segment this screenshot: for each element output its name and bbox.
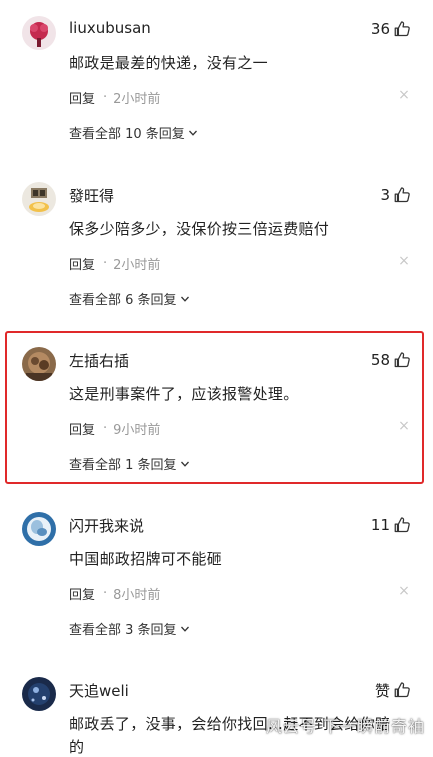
thumbs-up-icon bbox=[394, 21, 410, 37]
like-button[interactable]: 11 bbox=[371, 514, 411, 536]
avatar[interactable] bbox=[22, 182, 56, 216]
separator-dot: · bbox=[103, 586, 108, 601]
chevron-down-icon bbox=[180, 626, 189, 632]
separator-dot: · bbox=[103, 256, 108, 271]
comment-text: 邮政是最差的快递，没有之一 bbox=[69, 54, 268, 72]
thumbs-up-icon bbox=[394, 682, 410, 698]
like-button[interactable]: 赞 bbox=[375, 679, 411, 701]
view-all-label: 查看全部 10 条回复 bbox=[69, 127, 185, 142]
thumbs-up-icon bbox=[394, 517, 410, 533]
close-icon[interactable]: × bbox=[397, 583, 411, 599]
close-icon[interactable]: × bbox=[397, 418, 411, 434]
like-button[interactable]: 3 bbox=[380, 184, 411, 206]
like-count: 赞 bbox=[374, 681, 390, 700]
view-all-replies-button[interactable]: 查看全部 3 条回复 bbox=[69, 619, 190, 638]
like-count: 3 bbox=[380, 186, 390, 204]
username[interactable]: 天追weli bbox=[69, 680, 129, 701]
thumbs-up-icon bbox=[394, 352, 410, 368]
close-icon[interactable]: × bbox=[397, 253, 411, 269]
timestamp: 2小时前 bbox=[113, 258, 161, 273]
close-icon[interactable]: × bbox=[397, 87, 411, 103]
view-all-replies-button[interactable]: 查看全部 6 条回复 bbox=[69, 289, 190, 308]
comment-meta: 回复 · 2小时前 bbox=[69, 88, 160, 107]
comment-item: 發旺得 3 保多少陪多少，没保价按三倍运费赔付 回复 · 2小时前 × 查看全部… bbox=[0, 166, 433, 331]
view-all-label: 查看全部 1 条回复 bbox=[69, 458, 177, 473]
watermark: 风云号 下一瞬前奇袖 bbox=[265, 717, 425, 736]
username[interactable]: 左插右插 bbox=[69, 350, 129, 371]
reply-button[interactable]: 回复 bbox=[69, 584, 95, 603]
reply-button[interactable]: 回复 bbox=[69, 254, 95, 273]
comment-text: 中国邮政招牌可不能砸 bbox=[69, 550, 223, 568]
comment-item: 闪开我来说 11 中国邮政招牌可不能砸 回复 · 8小时前 × 查看全部 3 条… bbox=[0, 496, 433, 661]
separator-dot: · bbox=[103, 421, 108, 436]
view-all-replies-button[interactable]: 查看全部 10 条回复 bbox=[69, 123, 198, 142]
avatar[interactable] bbox=[22, 16, 56, 50]
view-all-label: 查看全部 3 条回复 bbox=[69, 623, 177, 638]
timestamp: 8小时前 bbox=[113, 588, 161, 603]
avatar[interactable] bbox=[22, 347, 56, 381]
chevron-down-icon bbox=[180, 296, 189, 302]
like-button[interactable]: 58 bbox=[371, 349, 411, 371]
username[interactable]: 發旺得 bbox=[69, 185, 114, 206]
separator-dot: · bbox=[103, 90, 108, 105]
avatar[interactable] bbox=[22, 677, 56, 711]
comment-item: 左插右插 58 这是刑事案件了，应该报警处理。 回复 · 9小时前 × 查看全部… bbox=[0, 331, 433, 496]
comment-item: liuxubusan 36 邮政是最差的快递，没有之一 回复 · 2小时前 × … bbox=[0, 0, 433, 165]
comment-meta: 回复 · 2小时前 bbox=[69, 254, 160, 273]
like-count: 36 bbox=[370, 20, 390, 38]
timestamp: 2小时前 bbox=[113, 92, 161, 107]
reply-button[interactable]: 回复 bbox=[69, 88, 95, 107]
username[interactable]: 闪开我来说 bbox=[69, 515, 144, 536]
comment-text: 这是刑事案件了，应该报警处理。 bbox=[69, 385, 299, 403]
comment-text: 保多少陪多少，没保价按三倍运费赔付 bbox=[69, 220, 330, 238]
comment-meta: 回复 · 9小时前 bbox=[69, 419, 160, 438]
comment-meta: 回复 · 8小时前 bbox=[69, 584, 160, 603]
like-button[interactable]: 36 bbox=[371, 18, 411, 40]
chevron-down-icon bbox=[180, 461, 189, 467]
username[interactable]: liuxubusan bbox=[69, 19, 151, 37]
timestamp: 9小时前 bbox=[113, 423, 161, 438]
thumbs-up-icon bbox=[394, 187, 410, 203]
view-all-label: 查看全部 6 条回复 bbox=[69, 293, 177, 308]
reply-button[interactable]: 回复 bbox=[69, 419, 95, 438]
avatar[interactable] bbox=[22, 512, 56, 546]
view-all-replies-button[interactable]: 查看全部 1 条回复 bbox=[69, 454, 190, 473]
chevron-down-icon bbox=[188, 130, 197, 136]
like-count: 58 bbox=[370, 351, 390, 369]
like-count: 11 bbox=[370, 516, 390, 534]
